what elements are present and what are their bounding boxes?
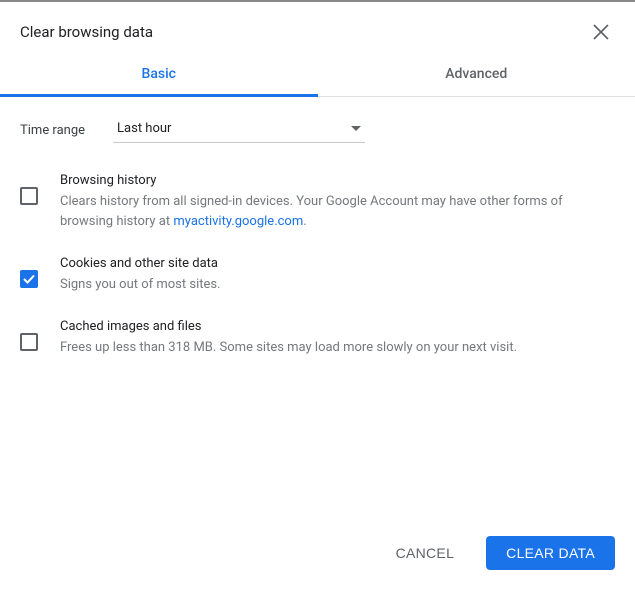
cookies-checkbox[interactable] [20,270,38,288]
tab-basic-label: Basic [142,66,176,82]
tab-advanced-label: Advanced [445,66,507,82]
desc-text-before: Clears history from all signed-in device… [60,194,563,229]
option-text: Browsing history Clears history from all… [60,173,615,232]
time-range-select[interactable]: Last hour [113,117,365,143]
tab-advanced[interactable]: Advanced [318,54,635,96]
option-title: Cookies and other site data [60,256,615,271]
option-text: Cached images and files Frees up less th… [60,319,615,358]
option-title: Cached images and files [60,319,615,334]
dialog-title: Clear browsing data [20,23,153,41]
option-cache: Cached images and files Frees up less th… [20,317,615,380]
close-button[interactable] [587,18,615,46]
desc-text-after: . [303,214,306,229]
dialog-footer: CANCEL CLEAR DATA [0,520,635,592]
option-title: Browsing history [60,173,615,188]
option-browsing-history: Browsing history Clears history from all… [20,171,615,254]
browsing-history-checkbox[interactable] [20,187,38,205]
dialog-header: Clear browsing data [0,2,635,54]
cancel-button[interactable]: CANCEL [376,536,475,570]
option-description: Frees up less than 318 MB. Some sites ma… [60,338,615,358]
myactivity-link[interactable]: myactivity.google.com [173,214,303,229]
option-cookies: Cookies and other site data Signs you ou… [20,254,615,317]
option-text: Cookies and other site data Signs you ou… [60,256,615,295]
close-icon [593,24,609,40]
tab-basic[interactable]: Basic [0,54,318,96]
cache-checkbox[interactable] [20,333,38,351]
dropdown-arrow-icon [351,121,361,136]
dialog-body: Time range Last hour Browsing history Cl… [0,97,635,520]
clear-browsing-data-dialog: Clear browsing data Basic Advanced Time … [0,0,635,592]
clear-data-button[interactable]: CLEAR DATA [486,536,615,570]
option-description: Signs you out of most sites. [60,275,615,295]
option-description: Clears history from all signed-in device… [60,192,615,232]
tab-bar: Basic Advanced [0,54,635,97]
time-range-value: Last hour [117,121,171,136]
time-range-row: Time range Last hour [20,117,615,143]
time-range-label: Time range [20,123,85,138]
